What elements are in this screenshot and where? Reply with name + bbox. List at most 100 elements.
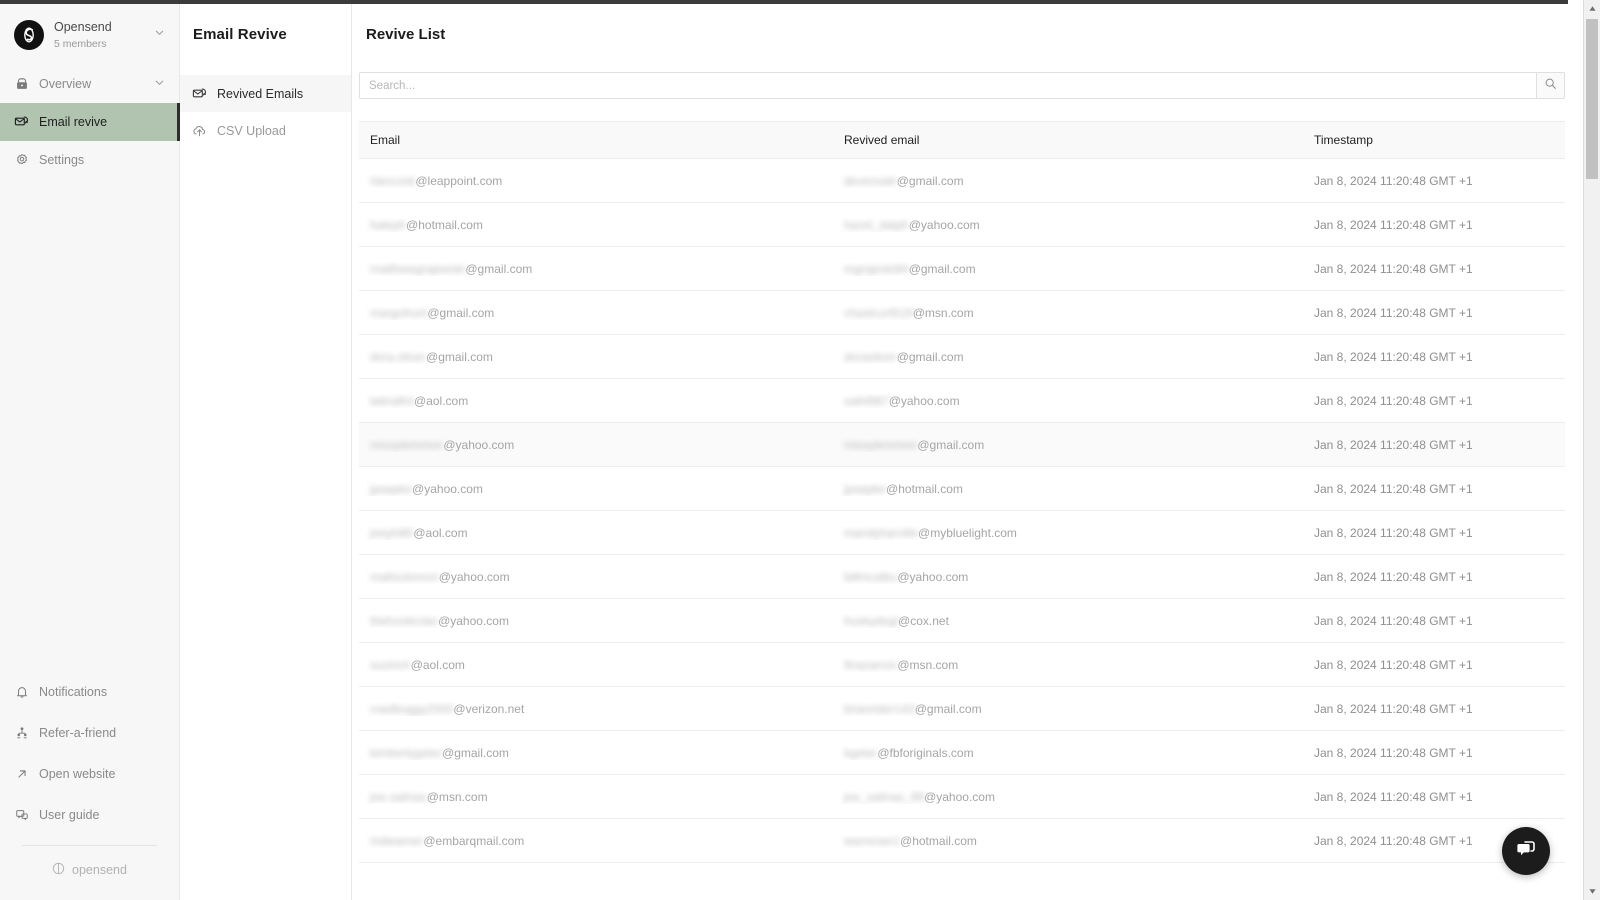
cell-revived-email: warnman1@hotmail.com	[844, 833, 977, 848]
table-row[interactable]: kimberlygeter@gmail.com kgeter@fbforigina…	[359, 731, 1565, 775]
email-local-part-redacted: missylemmon	[370, 437, 444, 452]
subnav-item-label: Revived Emails	[217, 86, 304, 101]
page-scrollbar[interactable]	[1583, 0, 1600, 900]
table-row[interactable]: haleph@hotmail.com hazel_dalph@yahoo.com J…	[359, 203, 1565, 247]
sidebar-item-settings[interactable]: Settings	[0, 141, 179, 179]
cell-email: joe.salinas@msn.com	[370, 789, 488, 804]
sidebar-item-email-revive[interactable]: Email revive	[0, 102, 180, 141]
email-local-part-redacted: suzirich	[370, 657, 411, 672]
scroll-down-arrow-icon[interactable]	[1584, 883, 1600, 900]
secondary-nav-panel: Email Revive Revived Emails CSV Upload	[180, 0, 352, 900]
email-revive-icon	[14, 114, 29, 129]
scrollbar-thumb[interactable]	[1586, 19, 1598, 179]
user-guide-icon	[14, 807, 29, 822]
org-switcher[interactable]: Opensend 5 members	[0, 4, 179, 65]
table-body: rlancook@leappoint.com devenoah@gmail.com…	[359, 159, 1565, 863]
sidebar-item-user-guide[interactable]: User guide	[0, 794, 179, 835]
cell-email: thehooleclan@yahoo.com	[370, 613, 509, 628]
cell-timestamp: Jan 8, 2024 11:20:48 GMT +1	[1314, 393, 1473, 408]
subnav-list: Revived Emails CSV Upload	[180, 75, 351, 149]
table-row[interactable]: latinafini@aol.com saihi987@yahoo.com Jan …	[359, 379, 1565, 423]
search-input[interactable]	[359, 72, 1536, 99]
org-name: Opensend	[54, 20, 112, 34]
table-header-row: Email Revived email Timestamp	[359, 121, 1565, 159]
email-local-part-redacted: kimberlygeter	[370, 745, 443, 760]
cell-revived-email: missylemmon@gmail.com	[844, 437, 985, 452]
table-row[interactable]: joeyhill0@aol.com mandyharville@mybluelig…	[359, 511, 1565, 555]
cell-revived-email: finazarron@msn.com	[844, 657, 959, 672]
subnav-item-revived-emails[interactable]: Revived Emails	[180, 75, 351, 112]
gear-icon	[14, 152, 29, 167]
sidebar-item-refer-a-friend[interactable]: Refer-a-friend	[0, 712, 179, 753]
scroll-up-arrow-icon[interactable]	[1584, 0, 1600, 17]
cell-revived-email: brianrider143@gmail.com	[844, 701, 982, 716]
sidebar-item-label: Open website	[39, 766, 116, 781]
revived-local-part-redacted: chastcurt519	[844, 305, 913, 320]
table-row[interactable]: rlancook@leappoint.com devenoah@gmail.com…	[359, 159, 1565, 203]
bell-icon	[14, 684, 29, 699]
table-row[interactable]: matthewgrajewski@gmail.com mgrajeski84@gm…	[359, 247, 1565, 291]
subnav-item-csv-upload[interactable]: CSV Upload	[180, 112, 351, 149]
sidebar-footer-label: opensend	[72, 863, 127, 877]
revived-local-part-redacted: kgeter	[844, 745, 878, 760]
cell-email: rlancook@leappoint.com	[370, 173, 503, 188]
cell-timestamp: Jan 8, 2024 11:20:48 GMT +1	[1314, 701, 1473, 716]
app-root: Opensend 5 members Overview Email revive…	[0, 0, 1600, 900]
cell-revived-email: chastcurt519@msn.com	[844, 305, 974, 320]
table-row[interactable]: suzirich@aol.com finazarron@msn.com Jan 8,…	[359, 643, 1565, 687]
cell-email: latinafini@aol.com	[370, 393, 469, 408]
sidebar-bottom-nav: Notifications Refer-a-friend Open websit…	[0, 671, 179, 900]
cell-email: dora.oliver@gmail.com	[370, 349, 493, 364]
email-local-part-redacted: latinafini	[370, 393, 415, 408]
chevron-down-icon[interactable]	[154, 25, 165, 43]
cell-email: jpaapke@yahoo.com	[370, 481, 483, 496]
revived-local-part-redacted: doraoliver	[844, 349, 897, 364]
revive-list-table: Email Revived email Timestamp rlancook@l…	[359, 121, 1600, 863]
chevron-down-icon[interactable]	[154, 77, 165, 91]
table-row[interactable]: thehooleclan@yahoo.com huskydogl@cox.net J…	[359, 599, 1565, 643]
sidebar-item-open-website[interactable]: Open website	[0, 753, 179, 794]
page-title: Revive List	[366, 26, 446, 43]
column-header-email: Email	[370, 133, 401, 147]
chat-widget-button[interactable]	[1502, 827, 1550, 875]
sidebar-item-label: Settings	[39, 152, 85, 167]
table-row[interactable]: missylemmon@yahoo.com missylemmon@gmail.c…	[359, 423, 1565, 467]
sidebar-item-label: Notifications	[39, 684, 108, 699]
cell-email: roadbuggy2000@verizon.net	[370, 701, 525, 716]
revived-local-part-redacted: missylemmon	[844, 437, 918, 452]
table-row[interactable]: mdwarner@embarqmail.com warnman1@hotmail.…	[359, 819, 1565, 863]
cell-timestamp: Jan 8, 2024 11:20:48 GMT +1	[1314, 525, 1473, 540]
cell-revived-email: billmcalbu@yahoo.com	[844, 569, 969, 584]
cell-timestamp: Jan 8, 2024 11:20:48 GMT +1	[1314, 349, 1473, 364]
table-row[interactable]: roadbuggy2000@verizon.net brianrider143@g…	[359, 687, 1565, 731]
cell-timestamp: Jan 8, 2024 11:20:48 GMT +1	[1314, 745, 1473, 760]
revived-local-part-redacted: brianrider143	[844, 701, 915, 716]
sidebar-item-label: Overview	[39, 76, 92, 91]
table-row[interactable]: dora.oliver@gmail.com doraoliver@gmail.co…	[359, 335, 1565, 379]
revived-local-part-redacted: jpaapke	[844, 481, 887, 496]
search-button[interactable]	[1536, 72, 1565, 99]
sidebar-item-notifications[interactable]: Notifications	[0, 671, 179, 712]
cell-timestamp: Jan 8, 2024 11:20:48 GMT +1	[1314, 217, 1473, 232]
email-local-part-redacted: thehooleclan	[370, 613, 439, 628]
cell-timestamp: Jan 8, 2024 11:20:48 GMT +1	[1314, 481, 1473, 496]
email-local-part-redacted: haleph	[370, 217, 407, 232]
table-row[interactable]: margohunt@gmail.com chastcurt519@msn.com J…	[359, 291, 1565, 335]
email-local-part-redacted: rlancook	[370, 173, 416, 188]
search-bar	[359, 72, 1565, 99]
cell-timestamp: Jan 8, 2024 11:20:48 GMT +1	[1314, 437, 1473, 452]
cell-email: kimberlygeter@gmail.com	[370, 745, 509, 760]
email-local-part-redacted: mattsolomon	[370, 569, 439, 584]
sidebar-item-overview[interactable]: Overview	[0, 65, 179, 103]
cell-timestamp: Jan 8, 2024 11:20:48 GMT +1	[1314, 613, 1473, 628]
primary-sidebar: Opensend 5 members Overview Email revive…	[0, 0, 180, 900]
table-row[interactable]: joe.salinas@msn.com joe_salinas_89@yahoo.…	[359, 775, 1565, 819]
refer-friend-icon	[14, 725, 29, 740]
table-row[interactable]: mattsolomon@yahoo.com billmcalbu@yahoo.co…	[359, 555, 1565, 599]
table-row[interactable]: jpaapke@yahoo.com jpaapke@hotmail.com Jan …	[359, 467, 1565, 511]
sidebar-item-label: User guide	[39, 807, 100, 822]
revived-local-part-redacted: hazel_dalph	[844, 217, 909, 232]
sidebar-item-label: Email revive	[39, 114, 108, 129]
cell-email: mattsolomon@yahoo.com	[370, 569, 510, 584]
